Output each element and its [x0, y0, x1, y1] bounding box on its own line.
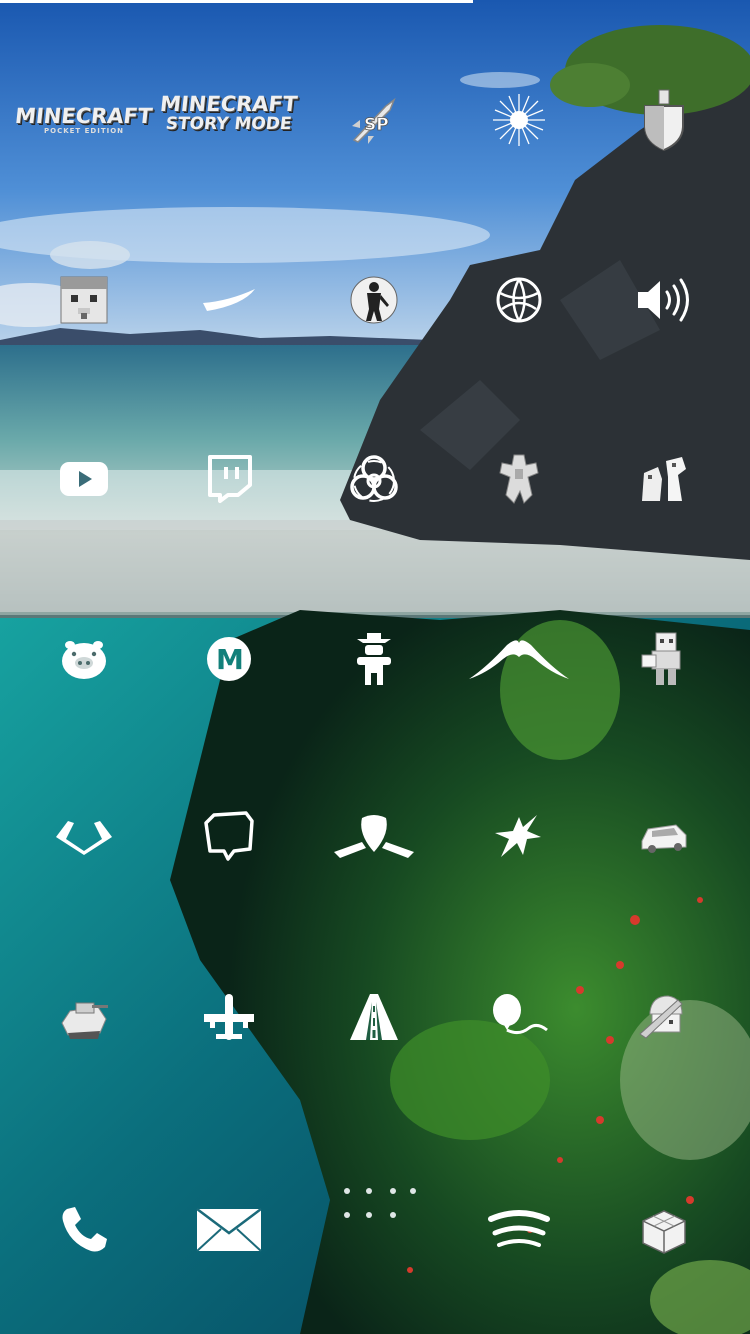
home-screen-grid: MINECRAFT POCKET EDITION MINECRAFT STORY…	[0, 0, 750, 1334]
winged-chevron-icon	[56, 821, 112, 855]
slender-figure-icon	[350, 276, 398, 324]
sunburst-app[interactable]	[464, 65, 574, 175]
spotify-icon	[488, 1210, 550, 1247]
minecraft-pe-wordmark-icon: MINECRAFT POCKET EDITION	[14, 103, 154, 135]
road-lanes-icon	[350, 994, 398, 1040]
tank-icon	[61, 1002, 108, 1039]
speech-bubble-icon	[204, 811, 254, 861]
mustache-app[interactable]	[464, 604, 574, 714]
twitch-icon	[208, 455, 252, 503]
airplane-app[interactable]	[174, 962, 284, 1072]
m-badge-icon: M	[207, 637, 251, 681]
knight-shield-icon	[644, 89, 684, 152]
cowboy-robot-app[interactable]	[319, 604, 429, 714]
blocky-character-app[interactable]	[609, 604, 719, 714]
mustache-icon	[469, 640, 569, 679]
package-app[interactable]	[609, 1175, 719, 1285]
bird-glider-app[interactable]	[319, 782, 429, 892]
app-drawer[interactable]	[319, 1150, 429, 1260]
youtube-play-icon	[60, 462, 108, 496]
bird-glider-icon	[334, 815, 414, 858]
svg-text:M: M	[216, 643, 244, 676]
tank-game-app[interactable]	[29, 962, 139, 1072]
basketball-app[interactable]	[464, 245, 574, 355]
mail-app[interactable]	[174, 1175, 284, 1285]
minecraft-story-mode-app[interactable]: MINECRAFT STORY MODE	[159, 58, 299, 168]
soldier-helmet-icon	[639, 995, 683, 1039]
speech-bubble-app[interactable]	[174, 782, 284, 892]
block-head-icon	[60, 276, 108, 324]
volume-app[interactable]	[609, 245, 719, 355]
spotify-app[interactable]	[464, 1175, 574, 1285]
rocket-sp-icon: SP	[352, 97, 396, 144]
blocky-character-icon	[641, 632, 681, 685]
sports-car-app[interactable]	[609, 782, 719, 892]
balloon-icon	[493, 994, 548, 1035]
balloon-app[interactable]	[464, 962, 574, 1072]
youtube-app[interactable]	[29, 424, 139, 534]
airplane-icon	[204, 994, 254, 1040]
shield-app[interactable]	[609, 65, 719, 175]
helmet-soldier-app[interactable]	[609, 962, 719, 1072]
sp-rocket-app[interactable]: SP	[319, 65, 429, 175]
angry-piggy-app[interactable]	[29, 604, 139, 714]
slender-figure-app[interactable]	[319, 245, 429, 355]
jet-fighter-app[interactable]	[464, 782, 574, 892]
pig-face-icon	[62, 641, 106, 679]
cowboy-robot-icon	[357, 633, 391, 685]
jet-fighter-icon	[495, 815, 541, 857]
twitch-app[interactable]	[174, 424, 284, 534]
mech-robot-icon	[499, 454, 539, 504]
envelope-icon	[196, 1208, 262, 1252]
minecraft-block-head-app[interactable]	[29, 245, 139, 355]
pixel-characters-icon	[642, 457, 686, 501]
biohazard-icon	[350, 455, 398, 502]
slash-stroke-app[interactable]	[174, 245, 284, 355]
car-icon	[641, 824, 687, 853]
biohazard-app[interactable]	[319, 424, 429, 534]
basketball-icon	[496, 277, 542, 323]
minecraft-story-mode-wordmark-icon: MINECRAFT STORY MODE	[159, 91, 299, 134]
mario-kart-app[interactable]: M	[174, 604, 284, 714]
minecraft-pocket-edition-app[interactable]: MINECRAFT POCKET EDITION	[14, 65, 154, 175]
app-drawer-dots-icon	[344, 1188, 416, 1218]
robot-mech-app[interactable]	[464, 424, 574, 534]
svg-text:SP: SP	[364, 115, 389, 135]
brush-stroke-icon	[203, 289, 255, 311]
speaker-volume-icon	[638, 278, 689, 322]
sunburst-icon	[493, 94, 545, 146]
winged-chevron-app[interactable]	[29, 782, 139, 892]
pixel-characters-app[interactable]	[609, 424, 719, 534]
cube-boxes-icon	[642, 1210, 686, 1254]
phone-icon	[62, 1207, 107, 1252]
highway-app[interactable]	[319, 962, 429, 1072]
phone-app[interactable]	[29, 1175, 139, 1285]
